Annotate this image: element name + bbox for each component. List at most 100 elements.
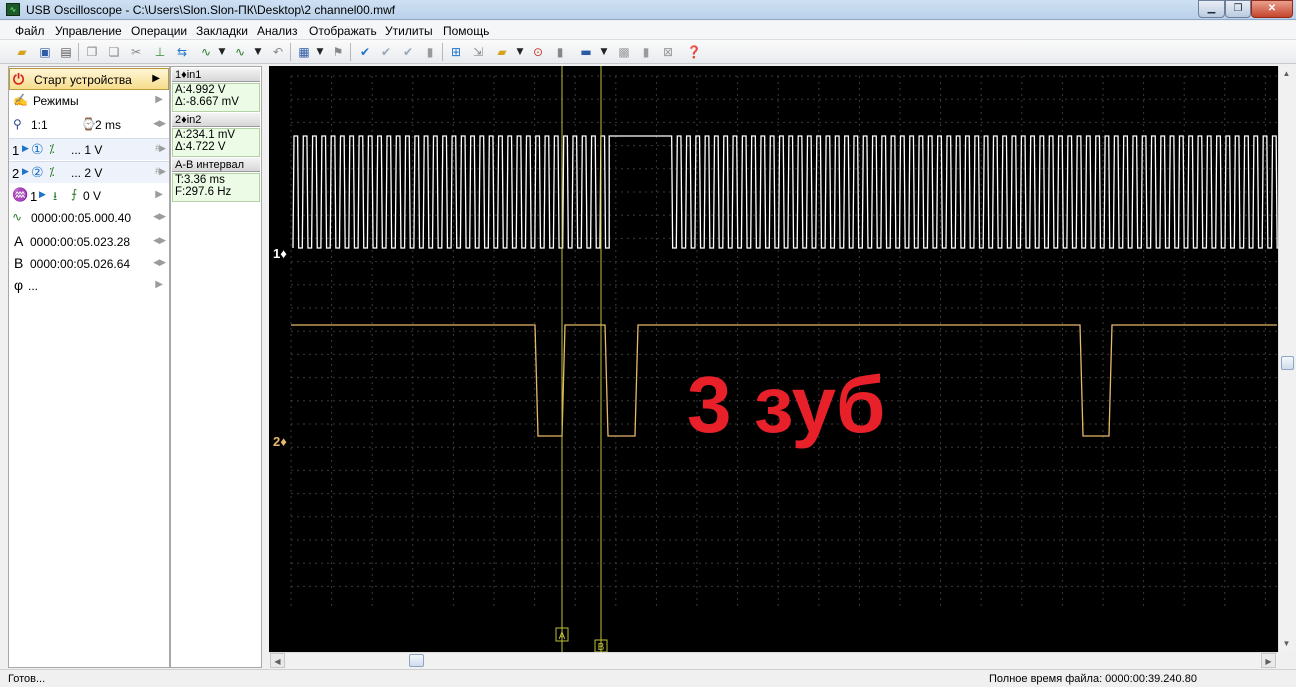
channel-2-marker[interactable]: 2♦ xyxy=(273,434,287,449)
stop-record-icon[interactable]: ▮ xyxy=(552,44,568,60)
paste-icon[interactable]: ❏ xyxy=(106,44,122,60)
zoom-value[interactable]: 1:1 xyxy=(31,118,48,132)
check2-icon[interactable]: ✔ xyxy=(378,44,394,60)
control-panel: ⏻ Старт устройства ▶ ✍ Режимы ▶ ⚲ 1:1 ⌚ … xyxy=(8,66,170,668)
horizontal-scrollbar[interactable]: ◀ ▶ xyxy=(269,652,1278,668)
chevron-down-icon[interactable]: ▼ xyxy=(596,44,612,60)
channel-2-row[interactable]: 2 ▶ ② ⁒ ... 2 V #▶ xyxy=(9,161,169,183)
scroll-right-icon[interactable]: ▶ xyxy=(1261,653,1276,668)
cursor-b-label: B xyxy=(598,642,605,652)
page-icon[interactable]: ▮ xyxy=(638,44,654,60)
spinner-icon[interactable]: ◀▶ xyxy=(153,211,166,222)
menu-control[interactable]: Управление xyxy=(55,24,122,38)
check-icon[interactable]: ✔ xyxy=(357,44,373,60)
chevron-right-icon: ▶ xyxy=(155,94,163,105)
menu-file[interactable]: Файл xyxy=(15,24,45,38)
chevron-down-icon[interactable]: ▼ xyxy=(250,44,266,60)
time-wave-icon: ∿ xyxy=(12,210,23,224)
help-icon[interactable]: ❓ xyxy=(686,44,702,60)
channel-1-volts: ... 1 V xyxy=(71,143,103,157)
vertical-scroll-thumb[interactable] xyxy=(1281,356,1294,370)
menu-help[interactable]: Помощь xyxy=(443,24,489,38)
chevron-down-icon[interactable]: ▼ xyxy=(512,44,528,60)
scroll-down-icon[interactable]: ▼ xyxy=(1279,636,1294,651)
trigger-icon[interactable]: ⊥ xyxy=(152,44,168,60)
open-folder-icon[interactable]: ▰ xyxy=(14,44,30,60)
channel-2-header: 2♦in2 xyxy=(172,113,260,127)
channel-2-volts: ... 2 V xyxy=(71,166,103,180)
spinner-icon[interactable]: ◀▶ xyxy=(153,118,166,129)
scroll-left-icon[interactable]: ◀ xyxy=(270,653,285,668)
marker-icon[interactable]: ⚑ xyxy=(330,44,346,60)
export-icon[interactable]: ⇲ xyxy=(470,44,486,60)
menu-display[interactable]: Отображать xyxy=(309,24,377,38)
spinner-icon[interactable]: ◀▶ xyxy=(153,235,166,246)
horizontal-scroll-thumb[interactable] xyxy=(409,654,424,667)
trigger-row[interactable]: ♒ 1 ▶ ⭳ ⨍ 0 V ▶ xyxy=(9,185,169,207)
signal-mode2-icon[interactable]: ∿ xyxy=(232,44,248,60)
channel-2-number: 2 xyxy=(12,166,20,181)
phase-label: φ xyxy=(14,277,24,293)
spinner-icon[interactable]: #▶ xyxy=(155,143,166,154)
cursor-a-label: A xyxy=(559,631,566,642)
modes-item[interactable]: ✍ Режимы ▶ xyxy=(9,90,169,112)
trigger-slope-icon: ⭳ xyxy=(53,189,58,203)
chart-icon[interactable]: ▦ xyxy=(296,44,312,60)
spinner-icon[interactable]: #▶ xyxy=(155,166,166,177)
trigger-edge-icon: ⨍ xyxy=(71,187,78,201)
play-record-icon[interactable]: ⊙ xyxy=(530,44,546,60)
cursor-b-label: B xyxy=(14,255,24,271)
undo-icon[interactable]: ↶ xyxy=(270,44,286,60)
chevron-right-icon: ▶ xyxy=(155,279,163,290)
start-device-label: Старт устройства xyxy=(34,73,132,87)
spinner-icon[interactable]: ◀▶ xyxy=(153,257,166,268)
start-device-button[interactable]: ⏻ Старт устройства ▶ xyxy=(9,68,169,90)
copy-icon[interactable]: ❐ xyxy=(84,44,100,60)
cursor-b-row[interactable]: B 0000:00:05.026.64 ◀▶ xyxy=(9,253,169,275)
grid-icon[interactable]: ▩ xyxy=(616,44,632,60)
zoom-area-icon[interactable]: ⊞ xyxy=(448,44,464,60)
oscilloscope-display[interactable]: A B 1♦ 2♦ 3 зуб xyxy=(269,66,1278,652)
channel-1-circle-icon: ① xyxy=(31,141,44,157)
save-icon[interactable]: ▣ xyxy=(37,44,53,60)
close-doc-icon[interactable]: ⊠ xyxy=(660,44,676,60)
time-row[interactable]: ∿ 0000:00:05.000.40 ◀▶ xyxy=(9,207,169,229)
maximize-button[interactable]: ❐ xyxy=(1225,0,1251,18)
channel-2-a-value: A:234.1 mV xyxy=(175,129,236,141)
channel-1-row[interactable]: 1 ▶ ① ⁒ ... 1 V #▶ xyxy=(9,138,169,160)
cursor-icon[interactable]: ⇆ xyxy=(174,44,190,60)
phase-row[interactable]: φ ... ▶ xyxy=(9,275,169,297)
cursor-a-row[interactable]: A 0000:00:05.023.28 ◀▶ xyxy=(9,231,169,253)
vertical-scrollbar[interactable]: ▲ ▼ xyxy=(1278,66,1295,652)
close-button[interactable]: ✕ xyxy=(1251,0,1293,18)
menu-analysis[interactable]: Анализ xyxy=(257,24,298,38)
cut-icon[interactable]: ✂ xyxy=(128,44,144,60)
display-icon[interactable]: ▬ xyxy=(578,44,594,60)
print-icon[interactable]: ▤ xyxy=(58,44,74,60)
channel-1-arrow-icon: ▶ xyxy=(22,143,29,153)
power-icon: ⏻ xyxy=(13,71,25,87)
minimize-button[interactable]: ▁ xyxy=(1198,0,1225,18)
window-title: USB Oscilloscope - C:\Users\Slon.Slon-ПК… xyxy=(26,3,396,17)
trigger-level: 0 V xyxy=(83,189,102,203)
title-bar: ∿ USB Oscilloscope - C:\Users\Slon.Slon-… xyxy=(0,0,1296,20)
menu-operations[interactable]: Операции xyxy=(131,24,187,38)
phase-value: ... xyxy=(28,279,39,293)
record-folder-icon[interactable]: ▰ xyxy=(494,44,510,60)
channel-1-marker[interactable]: 1♦ xyxy=(273,246,287,261)
channel-2-values: A:234.1 mV Δ:4.722 V xyxy=(172,128,260,157)
trigger-icon: ♒ xyxy=(12,187,29,202)
channel-1-values: A:4.992 V Δ:-8.667 mV xyxy=(172,83,260,112)
chevron-right-icon: ▶ xyxy=(155,189,163,200)
scroll-up-icon[interactable]: ▲ xyxy=(1279,66,1294,81)
channel-2-arrow-icon: ▶ xyxy=(22,166,29,176)
document-icon[interactable]: ▮ xyxy=(422,44,438,60)
channel-2-circle-icon: ② xyxy=(31,164,44,180)
menu-bookmarks[interactable]: Закладки xyxy=(196,24,248,38)
menu-utilities[interactable]: Утилиты xyxy=(385,24,433,38)
signal-mode-icon[interactable]: ∿ xyxy=(198,44,214,60)
timebase-value[interactable]: 2 ms xyxy=(95,118,121,132)
check3-icon[interactable]: ✔ xyxy=(400,44,416,60)
chevron-down-icon[interactable]: ▼ xyxy=(312,44,328,60)
chevron-down-icon[interactable]: ▼ xyxy=(214,44,230,60)
